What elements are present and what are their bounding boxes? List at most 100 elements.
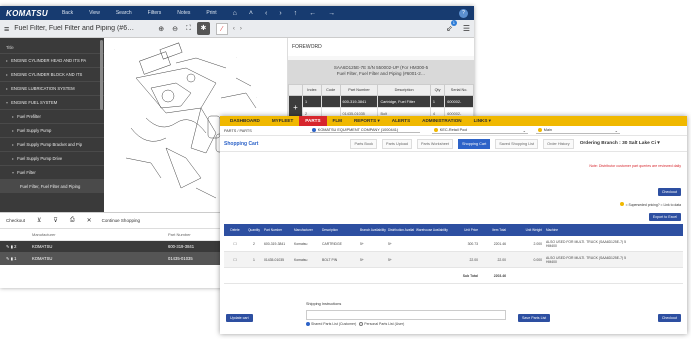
chevron-down-icon: ⌄	[522, 128, 526, 133]
zoom-in-icon[interactable]: ⊕	[158, 25, 164, 33]
toc-item-fuel-filter-piping[interactable]: Fuel Filter, Fuel Filter and Piping	[0, 179, 104, 193]
settings-icon[interactable]: ✱	[196, 22, 210, 35]
zoom-out-icon[interactable]: ⊖	[172, 25, 178, 33]
arrow-up-icon[interactable]: ↑	[294, 10, 298, 17]
title-toolbar: ≡ Fuel Filter, Fuel Filter and Piping (#…	[0, 20, 474, 38]
table-row[interactable]: + 1 600-319-3841 Cartridge, Fuel Filter …	[288, 95, 474, 120]
tab-administration[interactable]: ADMINISTRATION	[416, 116, 467, 126]
site-select[interactable]: Main ⌄	[535, 128, 620, 134]
quantity-field[interactable]: 2	[246, 242, 262, 246]
cart-remove-icon[interactable]: ⊻	[37, 217, 41, 224]
nav-search[interactable]: Search	[116, 10, 132, 16]
nav-next-icon[interactable]: ›	[240, 26, 242, 32]
quantity-field[interactable]: 1	[246, 258, 262, 262]
chevron-up-icon[interactable]: ˄	[249, 10, 253, 17]
toc-item-fuel-prefilter[interactable]: ▸ Fuel Prefilter	[0, 109, 104, 123]
cart-clear-icon[interactable]: ⊽	[53, 217, 57, 224]
model-info-line2: Fuel Filter, Fuel Filter and Piping (#60…	[336, 71, 426, 76]
toc-item-fuel-supply-pump[interactable]: ▸ Fuel Supply Pump	[0, 123, 104, 137]
tab-myfleet[interactable]: MYFLEET	[266, 116, 299, 126]
superseded-icon	[619, 202, 624, 206]
toc-title: Title	[6, 45, 14, 50]
nav-notes[interactable]: Notes	[177, 10, 190, 16]
tab-links[interactable]: LINKS ▾	[468, 116, 497, 126]
export-excel-button[interactable]: Export to Excel	[648, 213, 681, 221]
col-qty: Qty	[429, 84, 446, 96]
account-select[interactable]: KEC-Retail Pool ⌄	[431, 128, 528, 134]
update-cart-button[interactable]: Update cart	[226, 314, 253, 322]
col-index: Index	[302, 84, 322, 96]
tab-parts[interactable]: PARTS	[299, 116, 327, 126]
tab-parts-book[interactable]: Parts Book	[350, 138, 378, 149]
toc-item-lubrication[interactable]: ▸ ENGINE LUBRICATION SYSTEM	[0, 81, 104, 95]
checkout-label[interactable]: Checkout	[6, 218, 25, 223]
nav-back[interactable]: Back	[62, 10, 73, 16]
edit-icon[interactable]: ✎	[6, 244, 10, 249]
tab-order-history[interactable]: Order History	[543, 138, 574, 149]
toc-item-fuel-system[interactable]: ▾ ENGINE FUEL SYSTEM	[0, 95, 104, 109]
toc-item-pump-drive[interactable]: ▸ Fuel Supply Pump Drive	[0, 151, 104, 165]
tab-saved-shopping-list[interactable]: Saved Shopping List	[495, 138, 539, 149]
delete-checkbox[interactable]: ☐	[224, 242, 246, 246]
subtotal-value: 2203.46	[493, 273, 506, 278]
chevron-right-icon[interactable]: ›	[279, 10, 281, 17]
cart-icon[interactable]: ⇙ 1	[446, 20, 457, 33]
list-icon[interactable]: ☰	[463, 24, 470, 33]
nav-prev-icon[interactable]: ‹	[233, 26, 235, 32]
chevron-right-icon: ▸	[12, 128, 15, 133]
chevron-down-icon: ▾	[12, 170, 15, 175]
nav-view[interactable]: View	[89, 10, 100, 16]
table-row[interactable]: ☐ 2 600-319-3841 Komatsu CARTRIDGE 5+ 5+…	[224, 236, 683, 252]
chevron-right-icon: ▸	[6, 86, 9, 91]
chevron-left-icon[interactable]: ‹	[265, 10, 267, 17]
checkout-button[interactable]: Checkout	[657, 188, 681, 196]
chevron-right-icon: ▸	[6, 58, 9, 63]
close-icon[interactable]: ✕	[87, 217, 92, 224]
delete-checkbox[interactable]: ☐	[224, 258, 246, 262]
delete-icon[interactable]: ▮	[11, 256, 13, 261]
ordering-branch-select[interactable]: Ordering Branch : 30 Salt Lake Ci ▾	[580, 141, 660, 146]
no-image-icon[interactable]: ⁄	[215, 22, 228, 35]
sidebar-scrollbar[interactable]	[100, 40, 103, 110]
radio-shared[interactable]: Shared Parts List (Customer)	[306, 322, 356, 327]
tab-parts-upload[interactable]: Parts Upload	[382, 138, 412, 149]
home-icon[interactable]: ⌂	[233, 10, 237, 17]
shopping-cart-window: DASHBOARD MYFLEET PARTS FLM REPORTS ▾ AL…	[220, 116, 687, 334]
toc-item-cylinder-block[interactable]: ▸ ENGINE CYLINDER BLOCK AND ITS	[0, 67, 104, 81]
chevron-down-icon: ⌄	[614, 128, 618, 133]
col-part-number: Part Number	[339, 84, 379, 96]
nav-filters[interactable]: Filters	[148, 10, 162, 16]
toc-item-cylinder-head[interactable]: ▸ ENGINE CYLINDER HEAD AND ITS PA	[0, 53, 104, 67]
checkout-button-bottom[interactable]: Checkout	[657, 314, 681, 322]
tab-dashboard[interactable]: DASHBOARD	[224, 116, 266, 126]
pricing-legend: = Superseded pricing? = Link to data	[619, 202, 681, 207]
edit-icon[interactable]: ✎	[6, 256, 10, 261]
delete-icon[interactable]: ▮	[11, 244, 13, 249]
fit-screen-icon[interactable]: ⛶	[186, 25, 191, 33]
arrow-right-icon[interactable]: →	[328, 10, 335, 17]
nav-print[interactable]: Print	[206, 10, 216, 16]
table-row[interactable]: ☐ 1 01435-01035 Komatsu BOLT PIN 5+ 5+ 2…	[224, 252, 683, 268]
save-parts-list-button[interactable]: Save Parts List	[518, 314, 551, 322]
tab-flm[interactable]: FLM	[327, 116, 348, 126]
breadcrumb[interactable]: PARTS / PARTS	[224, 129, 252, 133]
arrow-left-icon[interactable]: ←	[309, 10, 316, 17]
menu-icon[interactable]: ≡	[4, 24, 9, 34]
col-code: Code	[320, 84, 341, 96]
tab-alerts[interactable]: ALERTS	[386, 116, 416, 126]
distributor-note: Note: Distributor customer part queries …	[589, 164, 681, 168]
shipping-instructions-label: Shipping Instructions	[306, 302, 342, 306]
print-icon[interactable]: ⎙	[70, 217, 75, 224]
continue-shopping-button[interactable]: Continue Shopping	[102, 218, 140, 223]
col-serial: Serial No.	[444, 84, 474, 96]
tab-reports[interactable]: REPORTS ▾	[348, 116, 386, 126]
shipping-instructions-input[interactable]	[306, 310, 506, 320]
toc-item-fuel-filter[interactable]: ▾ Fuel Filter	[0, 165, 104, 179]
radio-personal[interactable]: Personal Parts List (User)	[359, 322, 404, 327]
toc-item-pump-bracket[interactable]: ▸ Fuel Supply Pump Bracket and Pip	[0, 137, 104, 151]
tab-shopping-cart[interactable]: Shopping Cart	[457, 138, 491, 149]
help-icon[interactable]: ?	[459, 8, 468, 18]
col-manufacturer: Manufacturer	[32, 232, 56, 237]
dealer-select[interactable]: KOMATSU EQUIPMENT COMPANY (1000441)	[309, 128, 420, 133]
tab-parts-worksheet[interactable]: Parts Worksheet	[416, 138, 453, 149]
